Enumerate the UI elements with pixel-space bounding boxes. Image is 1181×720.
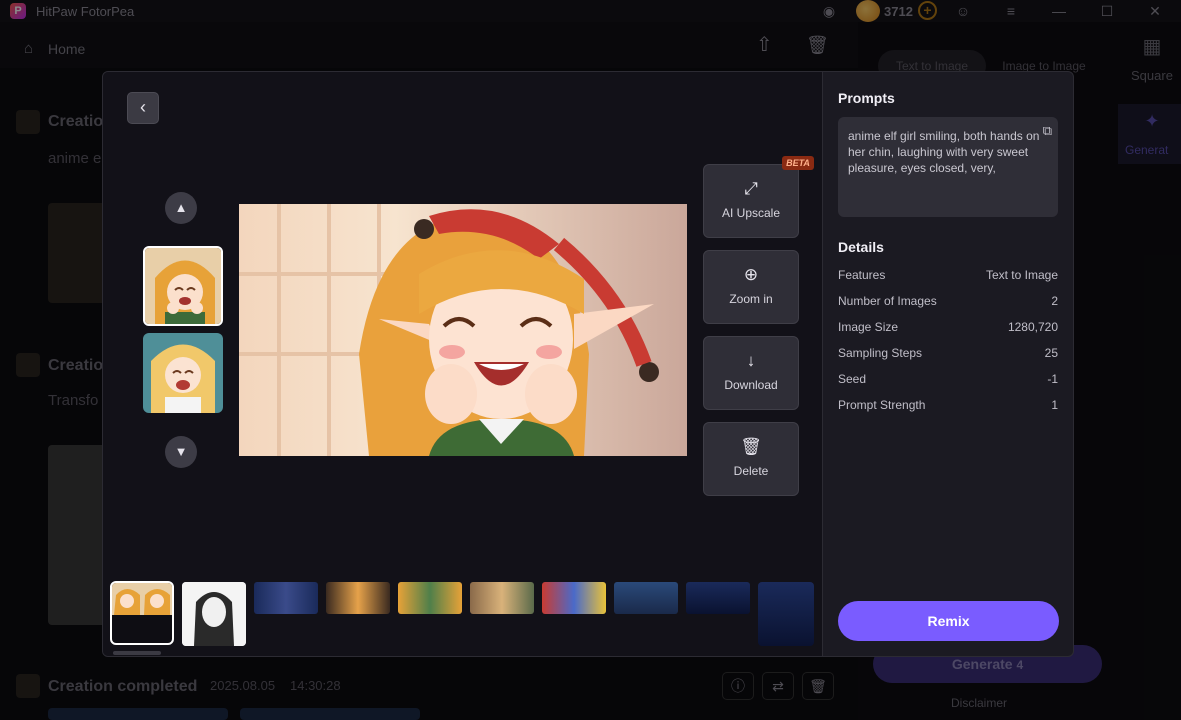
strip-item-3[interactable] (254, 582, 318, 614)
trash-icon: 🗑 (740, 437, 762, 456)
detail-key: Seed (838, 372, 867, 386)
scroll-up-button[interactable]: ▲ (165, 192, 197, 224)
prompts-heading: Prompts (838, 90, 895, 106)
download-label: Download (724, 378, 778, 392)
delete-button[interactable]: 🗑 Delete (703, 422, 799, 496)
strip-item-2[interactable] (182, 582, 246, 646)
detail-row-sampling-steps: Sampling Steps 25 (838, 346, 1058, 362)
detail-value: 2 (1051, 294, 1058, 308)
zoom-in-icon: ⊕ (743, 265, 759, 284)
strip-elf-thumb (112, 583, 172, 615)
ai-upscale-button[interactable]: ⤢ AI Upscale (703, 164, 799, 238)
detail-value: -1 (1047, 372, 1058, 386)
detail-key: Prompt Strength (838, 398, 926, 412)
elf-girl-thumb-1 (145, 248, 221, 324)
beta-badge: BETA (782, 156, 814, 170)
download-icon: ↓ (746, 351, 756, 370)
zoom-in-button[interactable]: ⊕ Zoom in (703, 250, 799, 324)
detail-value: Text to Image (985, 268, 1058, 282)
prompt-box: anime elf girl smiling, both hands on he… (838, 117, 1058, 217)
detail-key: Features (838, 268, 886, 282)
ai-upscale-label: AI Upscale (721, 206, 781, 220)
detail-row-features: Features Text to Image (838, 268, 1058, 284)
detail-key: Number of Images (838, 294, 937, 308)
detail-row-image-size: Image Size 1280,720 (838, 320, 1058, 336)
copy-icon[interactable]: ⧉ (1043, 123, 1052, 139)
sketch-portrait-thumb (182, 582, 246, 646)
elf-girl-image (239, 204, 687, 456)
strip-item-5[interactable] (398, 582, 462, 614)
back-button[interactable]: ‹ (127, 92, 159, 124)
modal-divider (822, 72, 823, 656)
detail-row-seed: Seed -1 (838, 372, 1058, 388)
strip-item-8[interactable] (614, 582, 678, 614)
remix-button[interactable]: Remix (838, 601, 1059, 641)
detail-key: Sampling Steps (838, 346, 923, 360)
strip-item-6[interactable] (470, 582, 534, 614)
strip-item-7[interactable] (542, 582, 606, 614)
details-heading: Details (838, 239, 884, 255)
elf-girl-thumb-2 (143, 333, 223, 413)
detail-value: 25 (1044, 346, 1058, 360)
detail-value: 1 (1051, 398, 1058, 412)
scroll-down-button[interactable]: ▼ (165, 436, 197, 468)
image-thumb-2[interactable] (143, 333, 223, 413)
prompt-text: anime elf girl smiling, both hands on he… (848, 129, 1040, 175)
detail-value: 1280,720 (1007, 320, 1058, 334)
strip-scrollbar[interactable] (113, 651, 161, 655)
detail-key: Image Size (838, 320, 899, 334)
download-button[interactable]: ↓ Download (703, 336, 799, 410)
detail-row-prompt-strength: Prompt Strength 1 (838, 398, 1058, 414)
zoom-in-label: Zoom in (729, 292, 773, 306)
expand-icon: ⤢ (744, 179, 758, 198)
strip-item-9[interactable] (686, 582, 750, 614)
detail-row-number-of-images: Number of Images 2 (838, 294, 1058, 310)
main-preview-image[interactable] (239, 204, 687, 456)
image-thumb-1[interactable] (143, 246, 223, 326)
image-detail-modal: ‹ ▲ ▼ ⤢ AI Upscale BETA ⊕ Zoom in ↓ Down… (102, 71, 1074, 657)
strip-item-10[interactable] (758, 582, 814, 646)
strip-item-selected[interactable] (110, 581, 174, 645)
strip-item-4[interactable] (326, 582, 390, 614)
delete-label: Delete (733, 464, 769, 478)
